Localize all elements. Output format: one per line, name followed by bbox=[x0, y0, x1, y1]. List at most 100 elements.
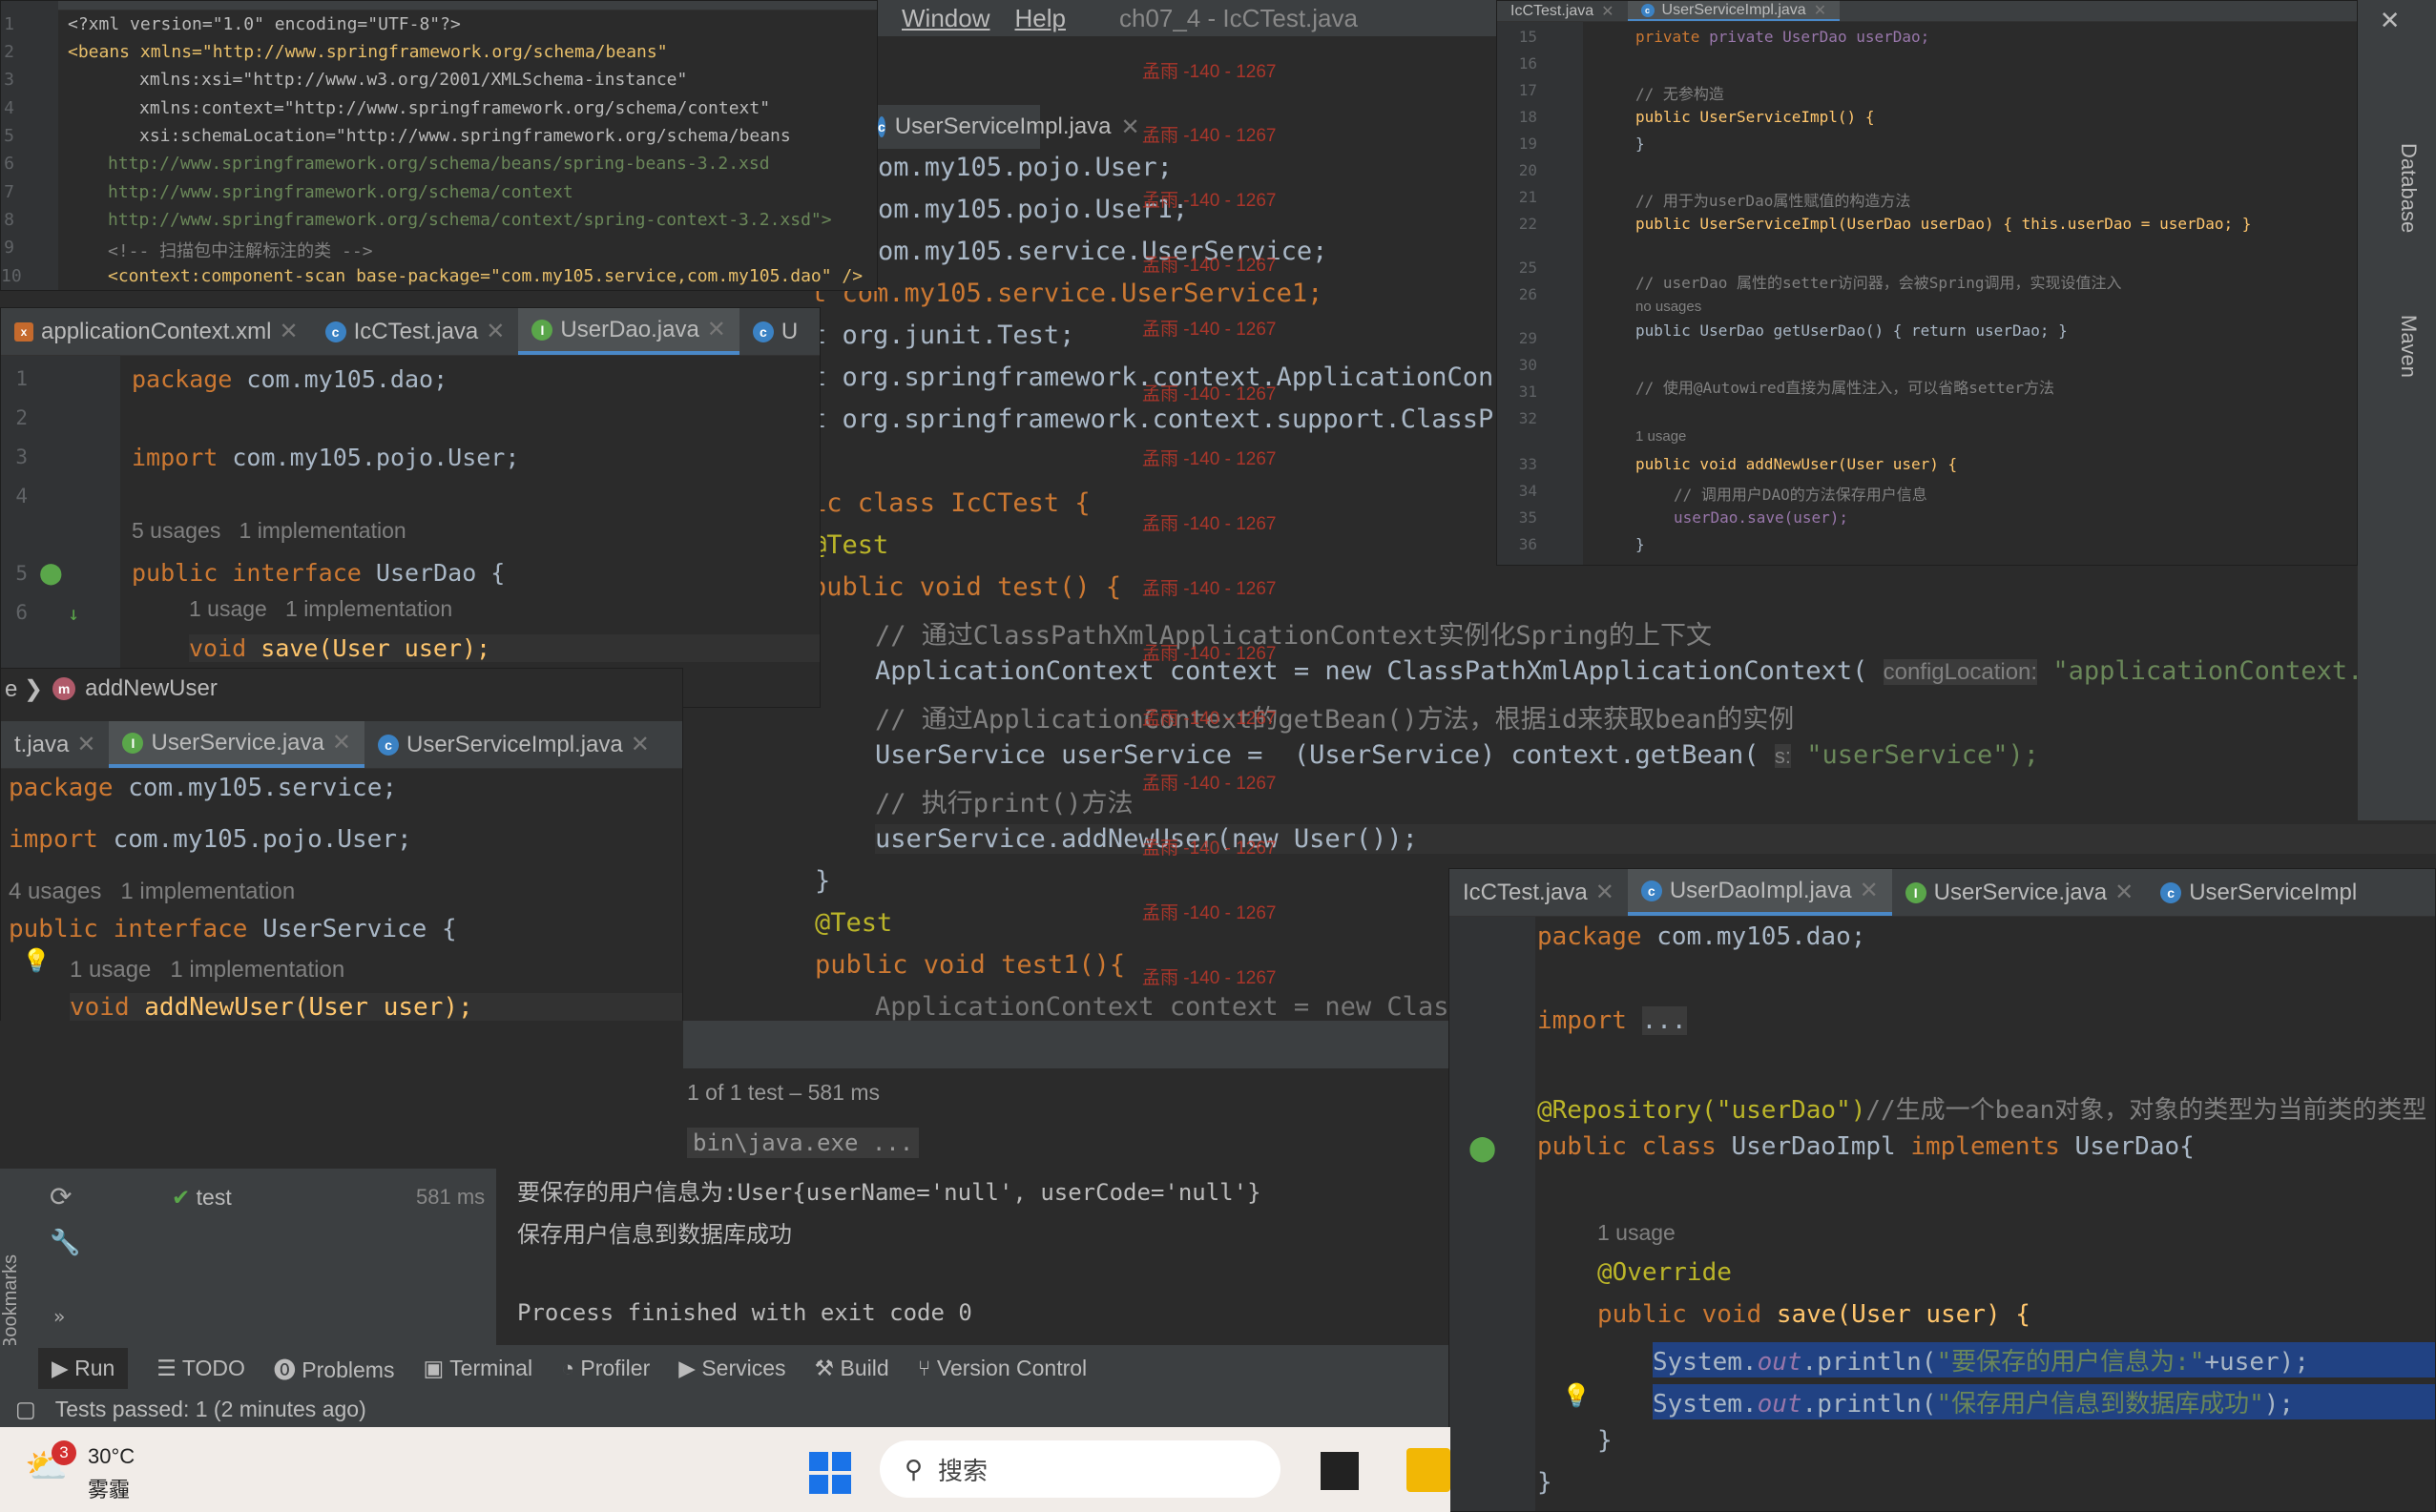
wrench-icon[interactable]: 🔧 bbox=[50, 1229, 80, 1257]
class-icon: c bbox=[324, 321, 346, 342]
usages-hint[interactable]: 1 usage bbox=[1597, 1220, 2435, 1246]
close-tab-icon[interactable]: ✕ bbox=[1121, 114, 1140, 141]
lightbulb-icon[interactable]: 💡 bbox=[1562, 1382, 1591, 1409]
xml-line: http://www.springframework.org/schema/co… bbox=[108, 210, 832, 230]
breadcrumb[interactable]: e ❯ m addNewUser bbox=[1, 669, 682, 709]
code-line: System.out.println("保存用户信息到数据库成功"); bbox=[1653, 1384, 2435, 1419]
tab-userservice[interactable]: I UserService.java ✕ bbox=[109, 721, 364, 768]
code-line: public interface UserDao { bbox=[132, 559, 506, 587]
tool-terminal[interactable]: ▣ Terminal bbox=[423, 1356, 532, 1381]
code-line: @Repository("userDao")//生成一个bean对象，对象的类型… bbox=[1537, 1096, 2427, 1125]
code-line: // 调用用户DAO的方法保存用户信息 bbox=[1674, 486, 1927, 504]
close-tab-icon[interactable]: ✕ bbox=[707, 316, 726, 343]
code-line: package com.my105.service; bbox=[9, 774, 397, 802]
xml-line: http://www.springframework.org/schema/co… bbox=[108, 182, 573, 202]
code-line: // userDao 属性的setter访问器，会被Spring调用，实现设值注… bbox=[1635, 274, 2122, 292]
tool-version-control[interactable]: ⑂ Version Control bbox=[918, 1356, 1087, 1381]
rerun-icon[interactable]: ⟳ bbox=[50, 1181, 72, 1212]
close-icon[interactable]: ✕ bbox=[2381, 0, 2399, 36]
tool-profiler[interactable]: ◔ Profiler bbox=[561, 1356, 650, 1381]
tool-problems[interactable]: ⓿ Problems bbox=[274, 1352, 395, 1384]
usages-hint[interactable]: 1 usage 1 implementation bbox=[189, 596, 820, 622]
test-tree-item[interactable]: ✔ test bbox=[172, 1185, 232, 1211]
file-explorer-icon[interactable] bbox=[1406, 1448, 1450, 1492]
task-view-icon[interactable] bbox=[1321, 1452, 1359, 1490]
status-icon[interactable]: ▢ bbox=[15, 1397, 36, 1422]
tab-userserviceimpl[interactable]: c UserServiceImpl.java ✕ bbox=[364, 721, 663, 768]
search-icon: ⚲ bbox=[905, 1454, 924, 1483]
menu-window[interactable]: Window bbox=[902, 4, 989, 33]
tool-build[interactable]: ⚒ Build bbox=[815, 1356, 889, 1381]
interface-icon: I bbox=[531, 319, 553, 341]
tab-applicationcontext[interactable]: x applicationContext.xml ✕ bbox=[1, 308, 312, 355]
code-line: import com.my105.pojo.User; bbox=[9, 825, 412, 854]
console-output: 要保存的用户信息为:User{userName='null', userCode… bbox=[517, 1179, 1261, 1326]
menu-help[interactable]: Help bbox=[1014, 4, 1065, 33]
status-bar: ▢ Tests passed: 1 (2 minutes ago) bbox=[0, 1391, 1450, 1427]
tab-userserviceimpl[interactable]: c UserServiceImpl bbox=[2147, 869, 2370, 916]
database-tab[interactable]: Database bbox=[2396, 143, 2421, 233]
code-line: import ... bbox=[1537, 1006, 1687, 1035]
close-tab-icon[interactable]: ✕ bbox=[631, 731, 650, 758]
usages-hint[interactable]: 1 usage 1 implementation bbox=[70, 957, 682, 984]
xml-line: <context:component-scan base-package="co… bbox=[108, 266, 864, 286]
close-tab-icon[interactable]: ✕ bbox=[76, 731, 95, 758]
weather-widget[interactable]: ⛅ 3 30°C 雾霾 bbox=[25, 1440, 177, 1502]
tool-todo[interactable]: ☰ TODO bbox=[156, 1356, 245, 1381]
watermark: 孟雨 -140 - 1267 bbox=[1142, 903, 1277, 923]
userdao-editor-window: x applicationContext.xml ✕ c IcCTest.java ✕ … bbox=[0, 307, 821, 708]
tab-icctest[interactable]: c IcCTest.java ✕ bbox=[312, 308, 519, 355]
code-line: userService.addNewUser(new User()); bbox=[875, 824, 2436, 854]
code-line: } bbox=[1635, 535, 1645, 553]
close-tab-icon[interactable]: ✕ bbox=[486, 318, 505, 345]
tool-services[interactable]: ▶ Services bbox=[678, 1356, 785, 1381]
code-line: // 使用@Autowired直接为属性注入，可以省略setter方法 bbox=[1635, 379, 2055, 397]
code-line: public class UserDaoImpl implements User… bbox=[1537, 1132, 2195, 1161]
code-line: public void addNewUser(User user) { bbox=[1635, 455, 1958, 473]
xml-line: <!-- 扫描包中注解标注的类 --> bbox=[108, 241, 373, 261]
usages-hint[interactable]: no usages bbox=[1635, 299, 2357, 315]
tab-more[interactable]: cU bbox=[739, 308, 811, 355]
code-line: // 执行print()方法 bbox=[875, 789, 1134, 818]
lightbulb-icon[interactable]: 💡 bbox=[22, 947, 51, 974]
tab-icctest[interactable]: IcCTest.java ✕ bbox=[1497, 1, 1628, 21]
implemented-icon[interactable]: ↓ bbox=[68, 602, 79, 625]
usages-hint[interactable]: 4 usages 1 implementation bbox=[9, 879, 682, 905]
watermark: 孟雨 -140 - 1267 bbox=[1142, 449, 1277, 469]
code-line: UserService userService = (UserService) … bbox=[875, 740, 2040, 770]
implemented-icon[interactable]: ⬤ bbox=[39, 562, 63, 586]
tab-userdao[interactable]: I UserDao.java ✕ bbox=[518, 308, 739, 355]
maven-tab[interactable]: Maven bbox=[2396, 315, 2421, 378]
taskbar: ⛅ 3 30°C 雾霾 ⚲ 搜索 bbox=[0, 1427, 1450, 1512]
close-tab-icon[interactable]: ✕ bbox=[332, 729, 351, 756]
tab-userdaoimpl[interactable]: c UserDaoImpl.java ✕ bbox=[1627, 869, 1892, 916]
bean-icon[interactable]: ⬤ bbox=[1468, 1134, 1496, 1163]
xml-line: xsi:schemaLocation="http://www.springfra… bbox=[139, 126, 791, 146]
watermark: 孟雨 -140 - 1267 bbox=[1142, 839, 1277, 859]
method-icon: m bbox=[52, 677, 76, 700]
run-command[interactable]: bin\java.exe ... bbox=[687, 1128, 920, 1158]
class-icon: c bbox=[2160, 881, 2182, 903]
code-line: public UserServiceImpl(UserDao userDao) … bbox=[1635, 215, 2252, 233]
taskbar-search[interactable]: ⚲ 搜索 bbox=[880, 1440, 1280, 1498]
watermark: 孟雨 -140 - 1267 bbox=[1142, 62, 1277, 82]
code-line: public void test() { bbox=[811, 572, 1122, 602]
close-tab-icon[interactable]: ✕ bbox=[279, 318, 298, 345]
tool-run[interactable]: ▶ Run bbox=[38, 1347, 129, 1389]
bookmarks-sidebar[interactable]: Bookmarks bbox=[0, 1173, 32, 1350]
code-line: public void save(User user) { bbox=[1597, 1300, 2030, 1329]
windows-start-icon[interactable] bbox=[809, 1452, 851, 1494]
more-icon[interactable]: » bbox=[53, 1305, 65, 1328]
xml-file-icon: x bbox=[14, 321, 33, 342]
watermark: 孟雨 -140 - 1267 bbox=[1142, 384, 1277, 404]
tab-icctest[interactable]: IcCTest.java ✕ bbox=[1449, 869, 1628, 916]
code-line: public UserServiceImpl() { bbox=[1635, 108, 1875, 126]
weather-badge: 3 bbox=[52, 1440, 76, 1465]
tab-test[interactable]: t.java ✕ bbox=[1, 721, 109, 768]
usages-hint[interactable]: 5 usages 1 implementation bbox=[132, 518, 820, 544]
class-icon: c bbox=[752, 321, 774, 342]
tab-userservice[interactable]: I UserService.java ✕ bbox=[1892, 869, 2148, 916]
tab-userserviceimpl[interactable]: c UserServiceImpl.java ✕ bbox=[1627, 1, 1841, 21]
usages-hint[interactable]: 1 usage bbox=[1635, 428, 2357, 445]
xml-line: http://www.springframework.org/schema/be… bbox=[108, 154, 770, 174]
